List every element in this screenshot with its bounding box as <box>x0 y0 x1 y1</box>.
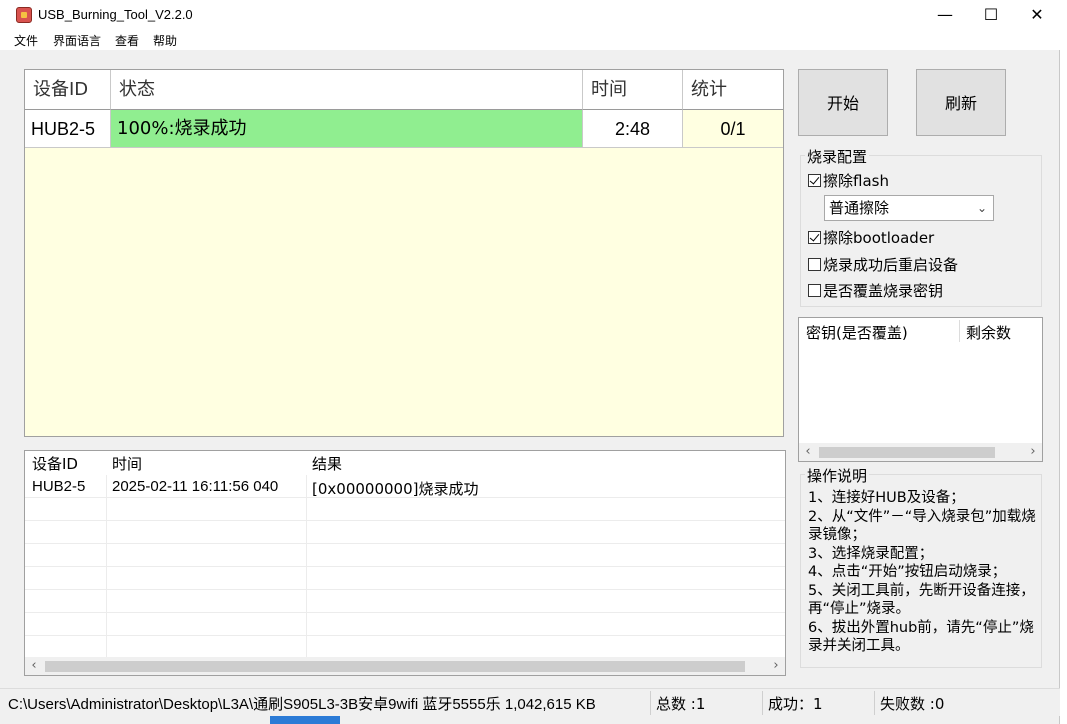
erase-flash-label: 擦除flash <box>823 172 889 190</box>
scrollbar-thumb[interactable] <box>819 447 995 458</box>
erase-bootloader-label: 擦除bootloader <box>823 229 935 247</box>
col-header-count[interactable]: 统计 <box>683 70 783 110</box>
device-count-cell[interactable]: 0/1 <box>683 110 783 148</box>
col-header-status[interactable]: 状态 <box>111 70 583 110</box>
log-row-empty <box>25 590 785 613</box>
log-header-device-id[interactable]: 设备ID <box>32 453 78 474</box>
log-row-empty <box>25 613 785 636</box>
key-list-horizontal-scrollbar[interactable]: ‹ › <box>799 443 1042 461</box>
log-list[interactable]: 设备ID 时间 结果 HUB2-5 2025-02-11 16:11:56 04… <box>24 450 786 676</box>
device-time-cell[interactable]: 2:48 <box>583 110 683 148</box>
minimize-button[interactable]: — <box>922 0 968 30</box>
col-header-device-id[interactable]: 设备ID <box>25 70 111 110</box>
window-title: USB_Burning_Tool_V2.2.0 <box>38 7 193 22</box>
menu-language[interactable]: 界面语言 <box>53 32 101 49</box>
config-group-title: 烧录配置 <box>805 146 870 167</box>
taskbar-strip <box>270 716 340 724</box>
status-file-path: C:\Users\Administrator\Desktop\L3A\通刷S90… <box>8 696 596 713</box>
erase-mode-select[interactable]: 普通擦除 ⌄ <box>824 195 994 221</box>
log-row[interactable]: HUB2-5 2025-02-11 16:11:56 040 [0x000000… <box>25 475 785 498</box>
col-header-time[interactable]: 时间 <box>583 70 683 110</box>
menu-help[interactable]: 帮助 <box>153 32 177 49</box>
checkbox-unchecked-icon <box>808 258 821 271</box>
status-divider <box>762 691 763 715</box>
app-window: USB_Burning_Tool_V2.2.0 — ☐ ✕ 文件 界面语言 查看… <box>0 0 1060 724</box>
maximize-button[interactable]: ☐ <box>968 0 1014 30</box>
column-divider <box>306 475 307 659</box>
start-button[interactable]: 开始 <box>798 69 888 136</box>
status-total: 总数 :1 <box>656 695 706 713</box>
erase-mode-value: 普通擦除 <box>829 199 890 217</box>
log-horizontal-scrollbar[interactable]: ‹ › <box>25 657 785 675</box>
menu-bar: 文件 界面语言 查看 帮助 <box>0 30 1060 50</box>
chevron-down-icon: ⌄ <box>976 201 987 215</box>
scroll-left-icon[interactable]: ‹ <box>25 657 43 675</box>
device-grid: 设备ID 状态 时间 统计 HUB2-5 100%:烧录成功 2:48 0/1 <box>24 69 784 437</box>
key-list[interactable]: 密钥(是否覆盖) 剩余数 ‹ › <box>798 317 1043 462</box>
checkbox-checked-icon <box>808 174 821 187</box>
log-header-time[interactable]: 时间 <box>112 453 142 474</box>
instructions-title: 操作说明 <box>805 465 870 486</box>
column-divider <box>959 320 960 342</box>
menu-file[interactable]: 文件 <box>14 32 38 49</box>
status-bar: C:\Users\Administrator\Desktop\L3A\通刷S90… <box>0 688 1060 716</box>
scroll-right-icon[interactable]: › <box>1024 443 1042 461</box>
scrollbar-thumb[interactable] <box>45 661 745 672</box>
title-bar: USB_Burning_Tool_V2.2.0 — ☐ ✕ <box>0 0 1060 30</box>
log-row-empty <box>25 498 785 521</box>
log-header-result[interactable]: 结果 <box>312 453 342 474</box>
app-icon <box>16 7 32 23</box>
scroll-right-icon[interactable]: › <box>767 657 785 675</box>
log-row-empty <box>25 521 785 544</box>
log-row-time: 2025-02-11 16:11:56 040 <box>112 478 279 495</box>
device-status-cell[interactable]: 100%:烧录成功 <box>111 110 583 148</box>
instructions-text: 1、连接好HUB及设备； 2、从“文件”－“导入烧录包”加载烧录镜像； 3、选择… <box>808 490 1036 654</box>
checkbox-checked-icon <box>808 231 821 244</box>
column-divider <box>106 475 107 659</box>
log-row-device-id: HUB2-5 <box>32 478 86 495</box>
key-list-header-key[interactable]: 密钥(是否覆盖) <box>806 322 908 343</box>
log-row-empty <box>25 636 785 659</box>
status-divider <box>874 691 875 715</box>
log-row-empty <box>25 544 785 567</box>
status-divider <box>650 691 651 715</box>
reboot-after-checkbox[interactable]: 烧录成功后重启设备 <box>808 254 958 275</box>
erase-bootloader-checkbox[interactable]: 擦除bootloader <box>808 227 934 248</box>
device-id-cell[interactable]: HUB2-5 <box>25 110 111 148</box>
log-row-empty <box>25 567 785 590</box>
scroll-left-icon[interactable]: ‹ <box>799 443 817 461</box>
status-fail: 失败数 :0 <box>880 695 945 713</box>
background-window-edge <box>1060 0 1067 724</box>
refresh-button[interactable]: 刷新 <box>916 69 1006 136</box>
erase-flash-checkbox[interactable]: 擦除flash <box>808 170 889 191</box>
log-row-result: [0x00000000]烧录成功 <box>312 480 479 498</box>
key-list-header-remaining[interactable]: 剩余数 <box>966 322 1011 343</box>
checkbox-unchecked-icon <box>808 284 821 297</box>
close-button[interactable]: ✕ <box>1014 0 1060 30</box>
reboot-after-label: 烧录成功后重启设备 <box>823 256 959 274</box>
menu-view[interactable]: 查看 <box>115 32 139 49</box>
overwrite-key-label: 是否覆盖烧录密钥 <box>823 282 944 300</box>
status-success: 成功：1 <box>768 695 823 713</box>
overwrite-key-checkbox[interactable]: 是否覆盖烧录密钥 <box>808 280 943 301</box>
